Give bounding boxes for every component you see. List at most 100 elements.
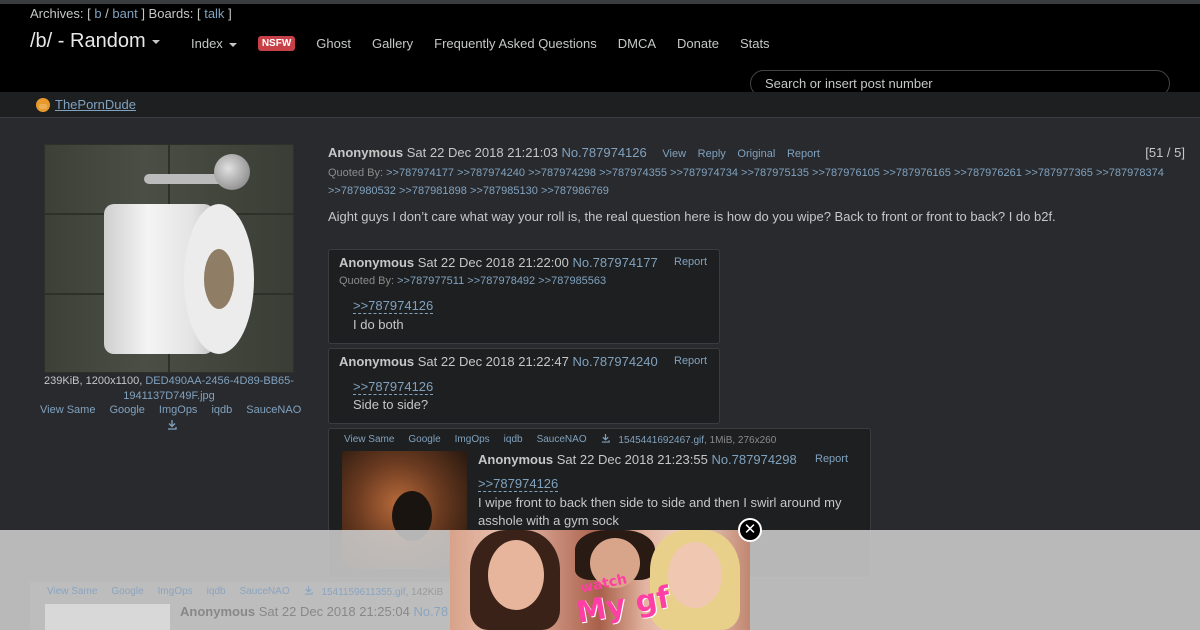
op-image[interactable]	[44, 144, 294, 373]
post-date: Sat 22 Dec 2018 21:23:55	[556, 452, 708, 467]
post-number[interactable]: No.78	[413, 604, 448, 619]
nav-stats[interactable]: Stats	[740, 36, 770, 51]
archives-bar: Archives: [ b / bant ] Boards: [ talk ]	[30, 6, 232, 21]
backlink[interactable]: >>787978492	[467, 275, 535, 287]
tool-imgops[interactable]: ImgOps	[455, 434, 490, 446]
reply-header: Anonymous Sat 22 Dec 2018 21:22:00 No.78…	[339, 255, 658, 270]
poster-name: Anonymous	[478, 452, 554, 467]
backlink[interactable]: >>787976165	[883, 167, 951, 179]
quote-link[interactable]: >>787974126	[353, 379, 434, 395]
file-tools: View Same Google ImgOps iqdb SauceNAO 15…	[344, 434, 776, 446]
backlink[interactable]: >>787977511	[397, 275, 464, 287]
reply-post: Anonymous Sat 22 Dec 2018 21:22:47 No.78…	[328, 348, 720, 424]
nav-faq[interactable]: Frequently Asked Questions	[434, 36, 597, 51]
tool-view-same[interactable]: View Same	[40, 404, 95, 416]
nav-donate[interactable]: Donate	[677, 36, 719, 51]
chevron-down-icon	[151, 39, 160, 44]
tool-imgops[interactable]: ImgOps	[159, 404, 198, 416]
sponsor-link[interactable]: ThePornDude	[36, 97, 136, 112]
backlink[interactable]: >>787974240	[457, 167, 525, 179]
backlink[interactable]: >>787980532	[328, 185, 396, 197]
op-image-tools: View Same Google ImgOps iqdb SauceNAO	[40, 404, 301, 416]
tool-google[interactable]: Google	[408, 434, 440, 446]
backlink[interactable]: >>787977365	[1025, 167, 1093, 179]
report-button[interactable]: Report	[674, 355, 707, 367]
tool-iqdb[interactable]: iqdb	[211, 404, 232, 416]
download-icon[interactable]	[304, 586, 313, 595]
reply-post: Anonymous Sat 22 Dec 2018 21:22:00 No.78…	[328, 249, 720, 344]
tool-saucenao[interactable]: SauceNAO	[240, 586, 290, 598]
backlink[interactable]: >>787974298	[528, 167, 596, 179]
backlink[interactable]: >>787974177	[386, 167, 454, 179]
op-file-link[interactable]: DED490AA-2456-4D89-BB65-1941137D749F.jpg	[123, 375, 294, 402]
file-link[interactable]: 1541159611355.gif	[321, 587, 405, 598]
tool-saucenao[interactable]: SauceNAO	[246, 404, 301, 416]
post-number[interactable]: No.787974240	[572, 354, 657, 369]
ad-figure	[668, 542, 722, 608]
board-title-dropdown[interactable]: /b/ - Random	[30, 30, 160, 53]
tool-iqdb[interactable]: iqdb	[504, 434, 523, 446]
archive-link-b[interactable]: b	[94, 6, 101, 21]
reply-quoted-by: Quoted By: >>787977511 >>787978492 >>787…	[339, 275, 607, 287]
nav-gallery[interactable]: Gallery	[372, 36, 413, 51]
download-icon[interactable]	[167, 420, 177, 430]
close-icon[interactable]: ✕	[738, 518, 762, 542]
post-date: Sat 22 Dec 2018 21:22:00	[417, 255, 569, 270]
report-button[interactable]: Report	[674, 256, 707, 268]
nav-dmca[interactable]: DMCA	[618, 36, 656, 51]
backlink[interactable]: >>787986769	[541, 185, 609, 197]
post-number[interactable]: No.787974298	[711, 452, 796, 467]
tool-view-same[interactable]: View Same	[47, 586, 97, 598]
download-icon[interactable]	[601, 434, 610, 443]
file-tools: View Same Google ImgOps iqdb SauceNAO 15…	[47, 586, 443, 598]
nsfw-badge: NSFW	[257, 36, 296, 51]
backlink[interactable]: >>787975135	[741, 167, 809, 179]
file-link[interactable]: 1545441692467.gif	[618, 435, 704, 446]
holder-mount	[214, 154, 250, 190]
file-info: 1541159611355.gif, 142KiB	[304, 586, 443, 598]
reply-header: Anonymous Sat 22 Dec 2018 21:25:04 No.78	[180, 604, 448, 619]
sponsor-bar: ThePornDude	[0, 92, 1200, 118]
quote-link[interactable]: >>787974126	[478, 476, 559, 492]
backlink[interactable]: >>787981898	[399, 185, 467, 197]
backlink[interactable]: >>787976105	[812, 167, 880, 179]
post-number[interactable]: No.787974126	[561, 145, 646, 160]
tool-view-same[interactable]: View Same	[344, 434, 394, 446]
view-button[interactable]: View	[662, 148, 686, 160]
op-header: Anonymous Sat 22 Dec 2018 21:21:03 No.78…	[328, 145, 820, 160]
ad-banner[interactable]: watch My gf	[450, 530, 750, 630]
poster-name: Anonymous	[339, 255, 415, 270]
tool-iqdb[interactable]: iqdb	[207, 586, 226, 598]
tool-imgops[interactable]: ImgOps	[158, 586, 193, 598]
reply-image[interactable]	[45, 604, 170, 630]
op-body-text: Aight guys I don’t care what way your ro…	[328, 209, 1056, 224]
nav-ghost[interactable]: Ghost	[316, 36, 351, 51]
tool-google[interactable]: Google	[109, 404, 144, 416]
toilet-roll-core	[204, 249, 234, 309]
reply-header: Anonymous Sat 22 Dec 2018 21:23:55 No.78…	[478, 452, 797, 467]
sponsor-icon	[36, 97, 50, 112]
quote-link[interactable]: >>787974126	[353, 298, 434, 314]
post-date: Sat 22 Dec 2018 21:22:47	[417, 354, 569, 369]
backlink[interactable]: >>787974355	[599, 167, 667, 179]
backlink[interactable]: >>787976261	[954, 167, 1022, 179]
ad-figure	[488, 540, 544, 610]
backlink[interactable]: >>787985130	[470, 185, 538, 197]
report-button[interactable]: Report	[815, 453, 848, 465]
board-link-talk[interactable]: talk	[204, 6, 224, 21]
original-button[interactable]: Original	[737, 148, 775, 160]
post-date: Sat 22 Dec 2018 21:21:03	[406, 145, 558, 160]
reply-button[interactable]: Reply	[698, 148, 726, 160]
backlink[interactable]: >>787985563	[538, 275, 606, 287]
archive-link-bant[interactable]: bant	[112, 6, 137, 21]
reply-text: Side to side?	[353, 397, 429, 412]
tool-google[interactable]: Google	[111, 586, 143, 598]
post-date: Sat 22 Dec 2018 21:25:04	[258, 604, 410, 619]
post-number[interactable]: No.787974177	[572, 255, 657, 270]
backlink[interactable]: >>787974734	[670, 167, 738, 179]
nav-index-dropdown[interactable]: Index	[191, 36, 237, 51]
report-button[interactable]: Report	[787, 148, 820, 160]
tool-saucenao[interactable]: SauceNAO	[537, 434, 587, 446]
backlink[interactable]: >>787978374	[1096, 167, 1164, 179]
op-file-info: 239KiB, 1200x1100, DED490AA-2456-4D89-BB…	[44, 375, 294, 402]
